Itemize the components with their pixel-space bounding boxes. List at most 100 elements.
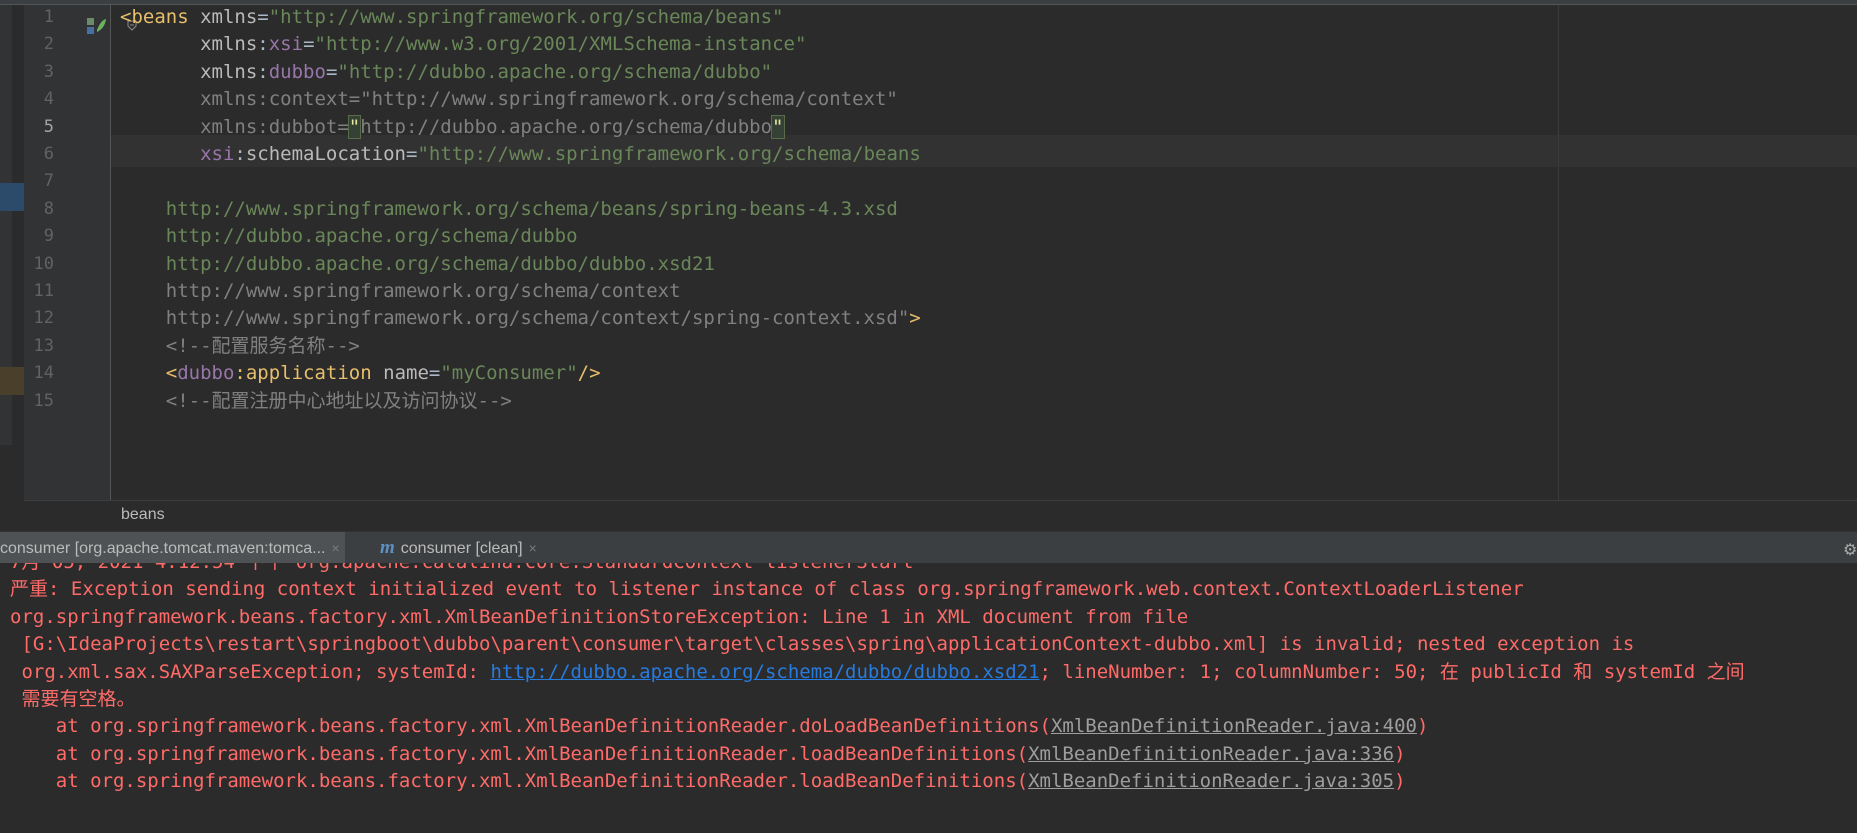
- code-line[interactable]: <dubbo:application name="myConsumer"/>: [120, 360, 601, 387]
- code-line[interactable]: xmlns:dubbot="http://dubbo.apache.org/sc…: [120, 114, 785, 141]
- code-line[interactable]: <!--配置服务名称-->: [120, 333, 360, 360]
- code-token: http://www.springframework.org/schema/co…: [120, 307, 910, 330]
- code-token: "http://dubbo.apache.org/schema/dubbo": [337, 60, 773, 83]
- breadcrumb: beans: [24, 500, 1857, 531]
- line-number: 15: [33, 390, 54, 411]
- run-tool-tabbar: consumer [org.apache.tomcat.maven:tomca.…: [0, 531, 1857, 564]
- code-line[interactable]: xsi:schemaLocation="http://www.springfra…: [120, 141, 921, 168]
- gutter-separator: [110, 5, 111, 500]
- maven-icon: m: [380, 537, 395, 558]
- console-text: ): [1394, 742, 1406, 765]
- line-number: 8: [43, 198, 54, 219]
- code-token: xmlns: [120, 60, 258, 83]
- line-number: 7: [43, 171, 54, 192]
- code-editor[interactable]: 1 2 3 4 5 6 7 8 9 10 11 12 13 14 15 <beans xmlns="http…: [0, 0, 1857, 531]
- code-token: ": [771, 114, 785, 139]
- console-output[interactable]: 7月 05, 2021 4:12:54 下午 org.apache.catali…: [0, 563, 1857, 833]
- stacktrace-source-link[interactable]: XmlBeanDefinitionReader.java:305: [1028, 770, 1394, 792]
- code-token: "http://www.springframework.org/schema/b…: [268, 6, 784, 28]
- line-number: 13: [33, 335, 54, 356]
- code-token: <: [120, 362, 178, 385]
- code-token: xmlns: [120, 33, 258, 56]
- code-token: />: [577, 362, 601, 385]
- code-token: =: [303, 33, 315, 56]
- code-token: =: [257, 6, 269, 28]
- console-text: ; lineNumber: 1; columnNumber: 50; 在 pub…: [1039, 660, 1745, 683]
- stacktrace-source-link[interactable]: XmlBeanDefinitionReader.java:336: [1028, 743, 1394, 765]
- code-token: <beans: [120, 6, 201, 28]
- code-token: xsi: [120, 143, 235, 165]
- code-token: xmlns:context="http://www.springframewor…: [120, 88, 898, 111]
- code-token: http://www.springframework.org/schema/co…: [120, 280, 681, 302]
- code-token: "myConsumer": [440, 362, 578, 385]
- code-token: :: [234, 143, 246, 165]
- gear-icon[interactable]: ⚙: [1843, 540, 1857, 559]
- right-margin-guide: [1558, 5, 1559, 500]
- console-line: org.xml.sax.SAXParseException; systemId:…: [10, 659, 1745, 686]
- code-token: dubbo: [268, 60, 326, 83]
- code-token: =: [406, 143, 418, 165]
- code-token: =: [325, 60, 338, 83]
- spring-bean-icon[interactable]: [86, 16, 108, 36]
- code-token: :: [234, 362, 246, 385]
- code-token: schemaLocation: [245, 143, 406, 165]
- close-icon[interactable]: ×: [529, 540, 537, 556]
- console-line: at org.springframework.beans.factory.xml…: [10, 741, 1406, 768]
- tab-consumer-tomcat[interactable]: consumer [org.apache.tomcat.maven:tomca.…: [0, 532, 345, 564]
- console-line: at org.springframework.beans.factory.xml…: [10, 768, 1406, 795]
- stacktrace-source-link[interactable]: XmlBeanDefinitionReader.java:400: [1051, 715, 1417, 737]
- line-number: 11: [33, 281, 54, 301]
- console-link[interactable]: http://dubbo.apache.org/schema/dubbo/dub…: [490, 661, 1039, 683]
- console-line: 7月 05, 2021 4:12:54 下午 org.apache.catali…: [10, 563, 913, 576]
- code-line[interactable]: xmlns:xsi="http://www.w3.org/2001/XMLSch…: [120, 31, 806, 58]
- code-line[interactable]: xmlns:context="http://www.springframewor…: [120, 86, 898, 113]
- line-number: 12: [33, 308, 54, 329]
- code-line[interactable]: <beans xmlns="http://www.springframework…: [120, 4, 784, 31]
- code-token: :: [257, 33, 269, 56]
- console-text: at org.springframework.beans.factory.xml…: [10, 770, 1029, 793]
- code-token: xsi: [268, 33, 304, 56]
- code-token: =: [428, 362, 441, 385]
- code-line[interactable]: xmlns:dubbo="http://dubbo.apache.org/sch…: [120, 59, 772, 86]
- code-line[interactable]: <!--配置注册中心地址以及访问协议-->: [120, 388, 512, 415]
- console-text: at org.springframework.beans.factory.xml…: [10, 742, 1029, 765]
- code-line[interactable]: http://www.springframework.org/schema/co…: [120, 305, 921, 332]
- code-token: name: [383, 362, 429, 385]
- console-line: org.springframework.beans.factory.xml.Xm…: [10, 605, 1189, 628]
- left-tool-strip: [0, 5, 24, 445]
- tab-label: consumer [org.apache.tomcat.maven:tomca.…: [0, 540, 326, 557]
- code-token: >: [909, 307, 921, 330]
- console-text: at org.springframework.beans.factory.xml…: [10, 715, 1051, 738]
- breadcrumb-item[interactable]: beans: [121, 506, 165, 524]
- console-line: 需要有空格。: [10, 688, 136, 710]
- close-icon[interactable]: ×: [331, 540, 339, 556]
- code-token: "http://www.springframework.org/schema/b…: [417, 143, 921, 165]
- code-line[interactable]: http://www.springframework.org/schema/co…: [120, 278, 681, 305]
- tab-label: consumer [clean]: [400, 540, 523, 557]
- line-number: 10: [33, 253, 54, 274]
- code-line[interactable]: http://dubbo.apache.org/schema/dubbo: [120, 223, 578, 250]
- code-token: http://dubbo.apache.org/schema/dubbo/dub…: [120, 252, 715, 275]
- code-token: xmlns:dubbot=: [120, 115, 349, 138]
- line-number: 5: [43, 116, 54, 137]
- code-line[interactable]: http://dubbo.apache.org/schema/dubbo/dub…: [120, 251, 715, 278]
- console-line: 严重: Exception sending context initialize…: [10, 578, 1524, 601]
- code-token: :: [257, 60, 269, 83]
- console-line: at org.springframework.beans.factory.xml…: [10, 713, 1429, 740]
- console-line: [G:\IdeaProjects\restart\springboot\dubb…: [10, 633, 1635, 656]
- line-number: 9: [43, 226, 54, 247]
- code-token: <!--配置服务名称-->: [120, 334, 360, 357]
- console-text: org.xml.sax.SAXParseException; systemId:: [10, 660, 491, 683]
- line-number: 2: [43, 34, 54, 55]
- code-line[interactable]: http://www.springframework.org/schema/be…: [120, 196, 898, 223]
- code-token: dubbo: [177, 362, 235, 385]
- code-token: ": [347, 114, 362, 139]
- tab-consumer-clean[interactable]: m consumer [clean] ×: [380, 532, 537, 564]
- code-token: http://dubbo.apache.org/schema/dubbo: [120, 225, 578, 248]
- line-number: 6: [43, 144, 54, 164]
- line-number: 1: [43, 7, 54, 27]
- code-token: http://www.springframework.org/schema/be…: [120, 197, 898, 220]
- line-number: 14: [33, 363, 54, 384]
- code-token: "http://www.w3.org/2001/XMLSchema-instan…: [314, 33, 807, 56]
- change-marker: [0, 183, 24, 211]
